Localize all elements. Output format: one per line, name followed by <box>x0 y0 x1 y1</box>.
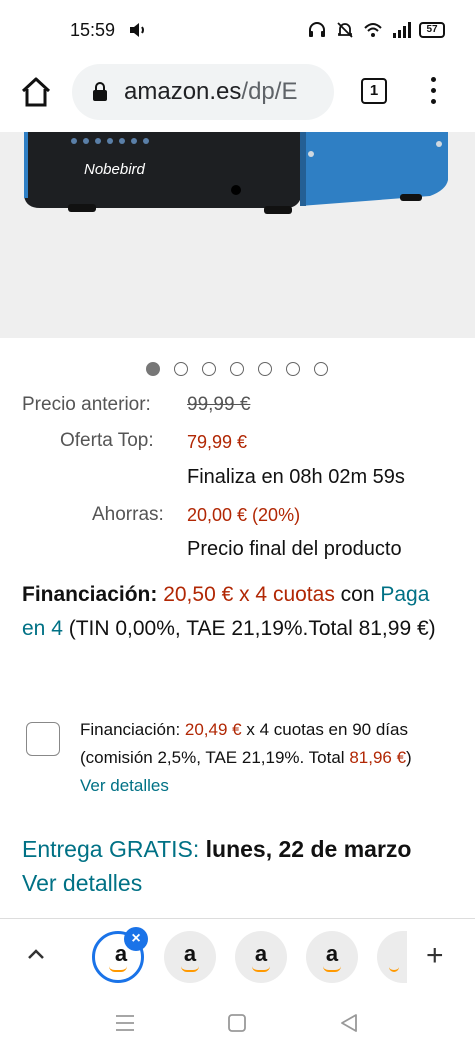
fin-option-total: 81,96 € <box>349 748 407 767</box>
battery-icon: 57 <box>419 22 445 38</box>
carousel-dot[interactable] <box>286 362 300 376</box>
new-tab-icon[interactable]: + <box>426 939 444 973</box>
carousel-dot[interactable] <box>174 362 188 376</box>
financing-connector: con <box>334 583 381 606</box>
status-bar: 15:59 57 <box>0 0 475 60</box>
savings-value: 20,00 € (20%) <box>187 505 301 525</box>
home-square-icon[interactable] <box>227 1013 247 1033</box>
savings-label: Ahorras: <box>92 504 164 525</box>
amazon-logo-letter: a <box>183 941 197 966</box>
tab-strip: a × a a a + <box>0 918 475 992</box>
financing-checkbox[interactable] <box>26 722 60 756</box>
system-nav-bar <box>0 992 475 1056</box>
final-price-note: Precio final del producto <box>187 538 402 560</box>
amazon-smile-icon <box>323 966 341 972</box>
amazon-smile-icon <box>389 966 399 972</box>
carousel-dot[interactable] <box>202 362 216 376</box>
financing-installments: 20,50 € x 4 cuotas <box>163 583 335 606</box>
status-icons: 57 <box>307 20 445 40</box>
offer-label: Oferta Top: <box>60 430 154 451</box>
fin-option-details-link[interactable]: Ver detalles <box>80 776 169 795</box>
back-icon[interactable] <box>338 1012 360 1034</box>
financing-terms: (TIN 0,00%, TAE 21,19%.Total 81,99 €) <box>62 617 436 640</box>
previous-price-label: Precio anterior: <box>22 394 151 415</box>
previous-price-value: 99,99 € <box>187 394 251 415</box>
financing-label: Financiación: <box>22 583 158 606</box>
deal-countdown: Finaliza en 08h 02m 59s <box>187 466 405 488</box>
amazon-smile-icon <box>181 966 199 972</box>
lock-icon <box>93 82 107 101</box>
device-illustration: Nobebird <box>0 132 475 338</box>
delivery-details-link[interactable]: Ver detalles <box>22 870 142 896</box>
browser-toolbar: amazon.es/dp/E 1 <box>0 60 475 132</box>
carousel-dot[interactable] <box>146 362 160 376</box>
speaker-icon <box>130 23 144 37</box>
product-image[interactable]: Nobebird <box>0 132 475 338</box>
fin-option-suffix: ) <box>406 748 412 767</box>
address-bar[interactable]: amazon.es/dp/E <box>72 64 334 120</box>
close-tab-icon[interactable]: × <box>124 927 148 951</box>
home-icon[interactable] <box>18 74 54 110</box>
tab-switcher-button[interactable]: 1 <box>361 78 387 104</box>
headset-icon <box>309 22 325 37</box>
delivery-label[interactable]: Entrega GRATIS: <box>22 836 199 862</box>
amazon-logo-letter: a <box>254 941 268 966</box>
amazon-logo-letter: a <box>325 941 339 966</box>
fin-option-amount: 20,49 € <box>184 720 242 739</box>
tab-amazon-partial[interactable] <box>377 931 407 983</box>
status-time: 15:59 <box>70 20 116 40</box>
signal-icon <box>393 22 411 38</box>
fin-option-prefix: Financiación: <box>80 720 185 739</box>
financing-option-text: Financiación: 20,49 € x 4 cuotas en 90 d… <box>80 716 440 800</box>
financing-block: Financiación: 20,50 € x 4 cuotas con Pag… <box>22 578 452 646</box>
clipped-text-row <box>22 906 462 918</box>
url-text: amazon.es/dp/E <box>124 78 297 106</box>
mute-bell-icon <box>337 22 353 38</box>
tab-amazon[interactable]: a <box>164 931 216 983</box>
offer-price: 79,99 € <box>187 432 248 452</box>
carousel-dot[interactable] <box>258 362 272 376</box>
chevron-up-icon[interactable] <box>26 947 46 961</box>
delivery-block: Entrega GRATIS: lunes, 22 de marzo Ver d… <box>22 832 462 900</box>
tab-amazon[interactable]: a <box>306 931 358 983</box>
url-domain: amazon.es <box>124 78 242 105</box>
delivery-date: lunes, 22 de marzo <box>199 836 412 862</box>
carousel-dot[interactable] <box>230 362 244 376</box>
menu-icon[interactable] <box>114 1014 136 1032</box>
url-path: /dp/E <box>241 78 298 105</box>
overflow-menu-icon[interactable] <box>424 74 442 108</box>
carousel-dots[interactable] <box>146 362 328 376</box>
tab-amazon[interactable]: a <box>235 931 287 983</box>
brand-logo: Nobebird <box>84 161 146 178</box>
wifi-icon <box>364 23 382 37</box>
carousel-dot[interactable] <box>314 362 328 376</box>
amazon-smile-icon <box>252 966 270 972</box>
amazon-smile-icon <box>109 966 127 972</box>
